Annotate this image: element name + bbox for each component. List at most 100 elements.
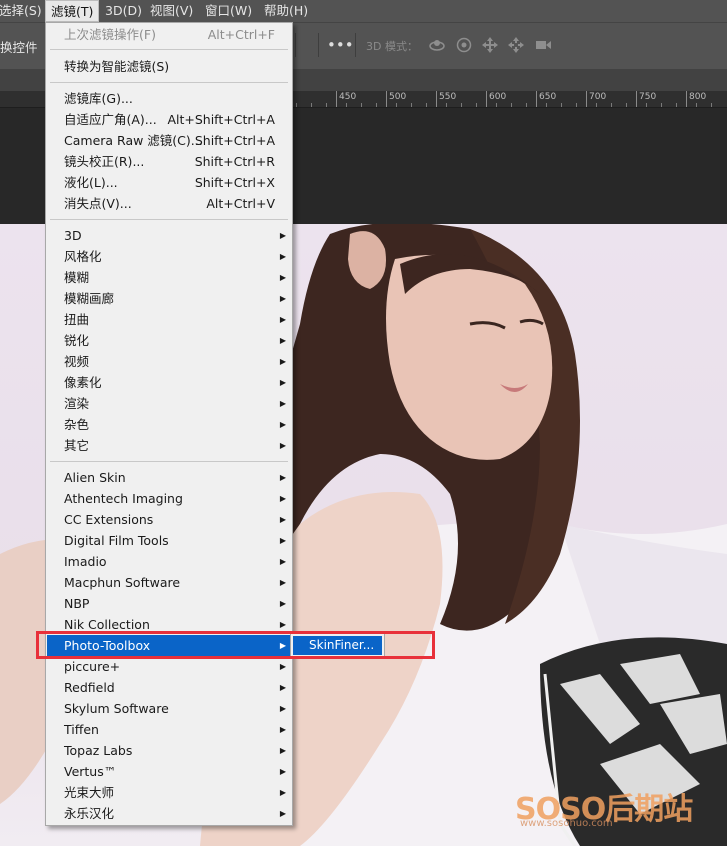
scale-icon[interactable] bbox=[534, 36, 552, 54]
filter-menu: 上次滤镜操作(F) Alt+Ctrl+F 转换为智能滤镜(S) 滤镜库(G)..… bbox=[45, 22, 293, 826]
ruler-tick bbox=[496, 103, 497, 107]
menu-item-shortcut: Shift+Ctrl+X bbox=[194, 175, 275, 190]
submenu-arrow-icon: ▶ bbox=[279, 273, 286, 282]
menu-help[interactable]: 帮助(H) bbox=[259, 0, 313, 22]
menu-item-skylum-software[interactable]: Skylum Software ▶ bbox=[47, 698, 291, 719]
menu-view[interactable]: 视图(V) bbox=[145, 0, 198, 22]
submenu-arrow-icon: ▶ bbox=[279, 515, 286, 524]
pan-icon[interactable] bbox=[481, 36, 499, 54]
menu-item-label: Skylum Software bbox=[64, 701, 169, 716]
menu-item-shortcut: Alt+Ctrl+F bbox=[207, 27, 275, 42]
menu-separator bbox=[50, 82, 288, 83]
menu-item-label: NBP bbox=[64, 596, 90, 611]
menu-item-pixelate[interactable]: 像素化 ▶ bbox=[47, 372, 291, 393]
submenu-arrow-icon: ▶ bbox=[279, 809, 286, 818]
menu-filter[interactable]: 滤镜(T) bbox=[45, 0, 100, 22]
menu-window[interactable]: 窗口(W) bbox=[200, 0, 257, 22]
ruler-tick bbox=[336, 91, 337, 107]
menu-item-label: Topaz Labs bbox=[64, 743, 133, 758]
menu-item-video[interactable]: 视频 ▶ bbox=[47, 351, 291, 372]
ruler-tick bbox=[611, 103, 612, 107]
ruler-tick bbox=[411, 103, 412, 107]
ruler-tick bbox=[526, 103, 527, 107]
ruler-tick bbox=[536, 91, 537, 107]
menu-item-liquify[interactable]: 液化(L)... Shift+Ctrl+X bbox=[47, 172, 291, 193]
menu-item-label: 液化(L)... bbox=[64, 175, 118, 190]
menu-item-label: Digital Film Tools bbox=[64, 533, 169, 548]
ruler-tick bbox=[511, 103, 512, 107]
menu-item-distort[interactable]: 扭曲 ▶ bbox=[47, 309, 291, 330]
menu-item-label: 镜头校正(R)... bbox=[64, 154, 145, 169]
ruler-tick bbox=[576, 103, 577, 107]
menu-item-piccure[interactable]: piccure+ ▶ bbox=[47, 656, 291, 677]
ruler-tick bbox=[296, 103, 297, 107]
menu-item-vanishing-point[interactable]: 消失点(V)... Alt+Ctrl+V bbox=[47, 193, 291, 214]
menu-item-label: 锐化 bbox=[64, 333, 90, 348]
more-options-button[interactable]: ••• bbox=[327, 33, 354, 57]
ruler-tick bbox=[646, 103, 647, 107]
submenu-arrow-icon: ▶ bbox=[279, 557, 286, 566]
menu-item-adaptive-wide-angle[interactable]: 自适应广角(A)... Alt+Shift+Ctrl+A bbox=[47, 109, 291, 130]
ruler-tick bbox=[476, 103, 477, 107]
menu-item-alien-skin[interactable]: Alien Skin ▶ bbox=[47, 467, 291, 488]
menu-separator bbox=[50, 49, 288, 50]
ruler-tick bbox=[396, 103, 397, 107]
menu-item-cc-extensions[interactable]: CC Extensions ▶ bbox=[47, 509, 291, 530]
annotation-highlight-box bbox=[36, 631, 435, 659]
menubar: 选择(S) 滤镜(T) 3D(D) 视图(V) 窗口(W) 帮助(H) bbox=[0, 0, 727, 22]
menu-item-convert-smart-filter[interactable]: 转换为智能滤镜(S) bbox=[47, 56, 291, 77]
menu-item-yongle-localization[interactable]: 永乐汉化 ▶ bbox=[47, 803, 291, 824]
menu-item-lens-correction[interactable]: 镜头校正(R)... Shift+Ctrl+R bbox=[47, 151, 291, 172]
ruler-label: 500 bbox=[389, 92, 407, 102]
menu-item-imadio[interactable]: Imadio ▶ bbox=[47, 551, 291, 572]
menu-separator bbox=[50, 219, 288, 220]
menu-item-blur[interactable]: 模糊 ▶ bbox=[47, 267, 291, 288]
menu-item-render[interactable]: 渲染 ▶ bbox=[47, 393, 291, 414]
menu-select[interactable]: 选择(S) bbox=[0, 0, 47, 22]
ruler-tick bbox=[546, 103, 547, 107]
menu-item-athentech-imaging[interactable]: Athentech Imaging ▶ bbox=[47, 488, 291, 509]
divider bbox=[355, 33, 356, 57]
menu-item-3d[interactable]: 3D ▶ bbox=[47, 225, 291, 246]
ruler-tick bbox=[376, 103, 377, 107]
submenu-arrow-icon: ▶ bbox=[279, 788, 286, 797]
menu-item-macphun-software[interactable]: Macphun Software ▶ bbox=[47, 572, 291, 593]
orbit-icon[interactable] bbox=[428, 36, 446, 54]
roll-icon[interactable] bbox=[455, 36, 473, 54]
menu-item-topaz-labs[interactable]: Topaz Labs ▶ bbox=[47, 740, 291, 761]
ruler-tick bbox=[426, 103, 427, 107]
menu-item-label: 转换为智能滤镜(S) bbox=[64, 59, 170, 74]
menu-item-beam-master[interactable]: 光束大师 ▶ bbox=[47, 782, 291, 803]
menu-item-tiffen[interactable]: Tiffen ▶ bbox=[47, 719, 291, 740]
menu-item-label: 上次滤镜操作(F) bbox=[64, 27, 156, 42]
menu-item-vertus[interactable]: Vertus™ ▶ bbox=[47, 761, 291, 782]
menu-item-filter-gallery[interactable]: 滤镜库(G)... bbox=[47, 88, 291, 109]
menu-item-nbp[interactable]: NBP ▶ bbox=[47, 593, 291, 614]
ruler-tick bbox=[346, 103, 347, 107]
ruler-tick bbox=[686, 91, 687, 107]
slide-icon[interactable] bbox=[507, 36, 525, 54]
menu-item-label: 杂色 bbox=[64, 417, 90, 432]
ruler-tick bbox=[486, 91, 487, 107]
menu-item-other[interactable]: 其它 ▶ bbox=[47, 435, 291, 456]
menu-item-label: Athentech Imaging bbox=[64, 491, 183, 506]
menu-item-label: Imadio bbox=[64, 554, 107, 569]
menu-item-sharpen[interactable]: 锐化 ▶ bbox=[47, 330, 291, 351]
ruler-label: 550 bbox=[439, 92, 457, 102]
submenu-arrow-icon: ▶ bbox=[279, 336, 286, 345]
menu-item-label: Camera Raw 滤镜(C)... bbox=[64, 133, 203, 148]
ruler-tick bbox=[661, 103, 662, 107]
submenu-arrow-icon: ▶ bbox=[279, 746, 286, 755]
menu-separator bbox=[50, 461, 288, 462]
menu-item-redfield[interactable]: Redfield ▶ bbox=[47, 677, 291, 698]
menu-item-stylize[interactable]: 风格化 ▶ bbox=[47, 246, 291, 267]
menu-item-digital-film-tools[interactable]: Digital Film Tools ▶ bbox=[47, 530, 291, 551]
menu-item-shortcut: Shift+Ctrl+A bbox=[194, 133, 275, 148]
menu-item-label: 光束大师 bbox=[64, 785, 115, 800]
menu-item-camera-raw[interactable]: Camera Raw 滤镜(C)... Shift+Ctrl+A bbox=[47, 130, 291, 151]
menu-item-noise[interactable]: 杂色 ▶ bbox=[47, 414, 291, 435]
menu-3d[interactable]: 3D(D) bbox=[100, 0, 147, 22]
menu-item-label: Alien Skin bbox=[64, 470, 126, 485]
menu-item-blur-gallery[interactable]: 模糊画廊 ▶ bbox=[47, 288, 291, 309]
transform-controls-label[interactable]: 换控件 bbox=[0, 37, 38, 56]
